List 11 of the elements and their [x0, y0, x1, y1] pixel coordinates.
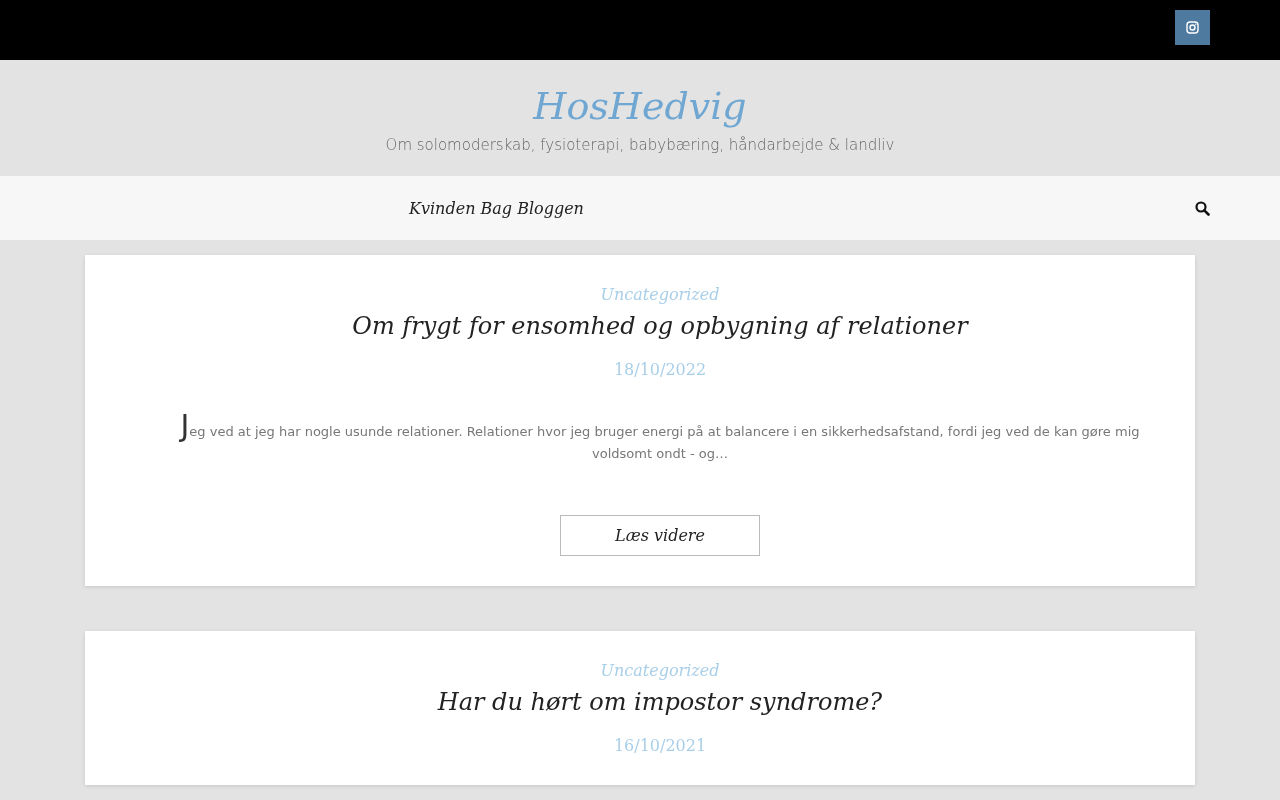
instagram-icon [1186, 21, 1199, 34]
post-title[interactable]: Om frygt for ensomhed og opbygning af relationer [352, 312, 968, 340]
post-date: 18/10/2022 [613, 360, 707, 379]
search-icon[interactable] [1195, 200, 1210, 216]
post-excerpt: Jeg ved at jeg har nogle usunde relationer. Relationer hvor jeg bruger energi på at balancere i en sikkerhedsafstand, fordi jeg ved de kan gøre mig voldsomt ondt - og… [178, 415, 1141, 463]
instagram-button[interactable] [1175, 10, 1210, 45]
nav-link[interactable]: Kvinden Bag Bloggen [409, 198, 584, 218]
read-more-button[interactable]: Læs videre [560, 515, 760, 556]
post-date: 16/10/2021 [613, 736, 707, 755]
site-tagline: Om solomoderskab, fysioterapi, babybæring, håndarbejde & landliv [385, 136, 895, 154]
post-title[interactable]: Har du hørt om impostor syndrome? [437, 688, 883, 716]
